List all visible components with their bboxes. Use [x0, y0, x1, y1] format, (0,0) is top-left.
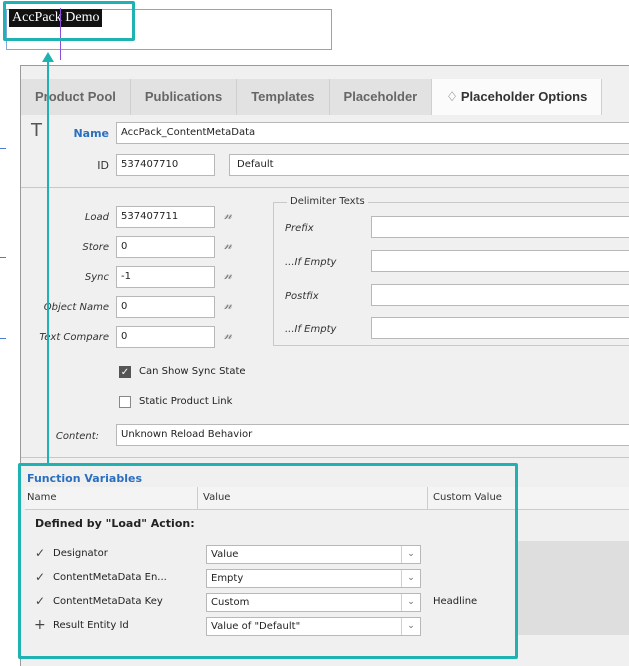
store-field[interactable]: 0	[116, 236, 215, 258]
store-edit-icon[interactable]: 𝓃	[224, 238, 232, 253]
postfix-field[interactable]	[371, 284, 629, 306]
delimiter-texts-title: Delimiter Texts	[287, 196, 368, 207]
sync-edit-icon[interactable]: 𝓃	[224, 268, 232, 283]
frame-marker	[0, 257, 6, 258]
text-compare-edit-icon[interactable]: 𝓃	[224, 328, 232, 343]
tab-templates[interactable]: Templates	[237, 79, 330, 115]
text-compare-field[interactable]: 0	[116, 326, 215, 348]
tab-publications[interactable]: Publications	[130, 79, 238, 115]
static-product-link-checkbox[interactable]	[119, 396, 131, 408]
object-name-field[interactable]: 0	[116, 296, 215, 318]
postfix-if-empty-field[interactable]	[371, 317, 629, 339]
tab-placeholder-options[interactable]: ♢ Placeholder Options	[432, 79, 603, 115]
id-default-field[interactable]: Default	[229, 154, 629, 176]
content-field[interactable]: Unknown Reload Behavior	[116, 424, 629, 446]
text-compare-label: Text Compare	[39, 332, 109, 343]
can-show-sync-state-label: Can Show Sync State	[139, 366, 246, 377]
load-edit-icon[interactable]: 𝓃	[224, 208, 232, 223]
static-product-link-label: Static Product Link	[139, 396, 233, 407]
object-name-edit-icon[interactable]: 𝓃	[224, 298, 232, 313]
tab-product-pool[interactable]: Product Pool	[21, 79, 131, 115]
object-name-label: Object Name	[43, 302, 109, 313]
tab-bar: Product Pool Publications Templates Plac…	[21, 79, 603, 115]
postfix-label: Postfix	[285, 291, 319, 302]
text-type-icon: T	[31, 120, 42, 141]
prefix-if-empty-field[interactable]	[371, 250, 629, 272]
highlight-arrow	[47, 59, 49, 463]
can-show-sync-state-checkbox[interactable]: ✓	[119, 366, 131, 378]
grid-empty-area	[518, 541, 629, 635]
load-label: Load	[84, 212, 109, 223]
arrow-head-icon	[42, 52, 54, 62]
function-variables-highlight-box	[18, 463, 518, 659]
content-label: Content:	[55, 431, 99, 442]
section-divider	[21, 457, 629, 458]
title-highlight-box	[3, 1, 135, 41]
store-label: Store	[82, 242, 109, 253]
postfix-if-empty-label: ...If Empty	[285, 324, 337, 335]
prefix-if-empty-label: ...If Empty	[285, 257, 337, 268]
id-field[interactable]: 537407710	[116, 154, 215, 176]
sync-label: Sync	[84, 272, 109, 283]
frame-marker	[0, 148, 6, 149]
frame-marker	[0, 338, 6, 339]
load-field[interactable]: 537407711	[116, 206, 215, 228]
tab-placeholder[interactable]: Placeholder	[329, 79, 433, 115]
options-icon: ♢	[446, 89, 458, 104]
prefix-label: Prefix	[285, 223, 314, 234]
prefix-field[interactable]	[371, 216, 629, 238]
name-label: Name	[73, 127, 109, 140]
id-label: ID	[97, 159, 109, 172]
sync-field[interactable]: -1	[116, 266, 215, 288]
section-divider	[21, 187, 629, 188]
name-field[interactable]: AccPack_ContentMetaData	[116, 122, 629, 144]
